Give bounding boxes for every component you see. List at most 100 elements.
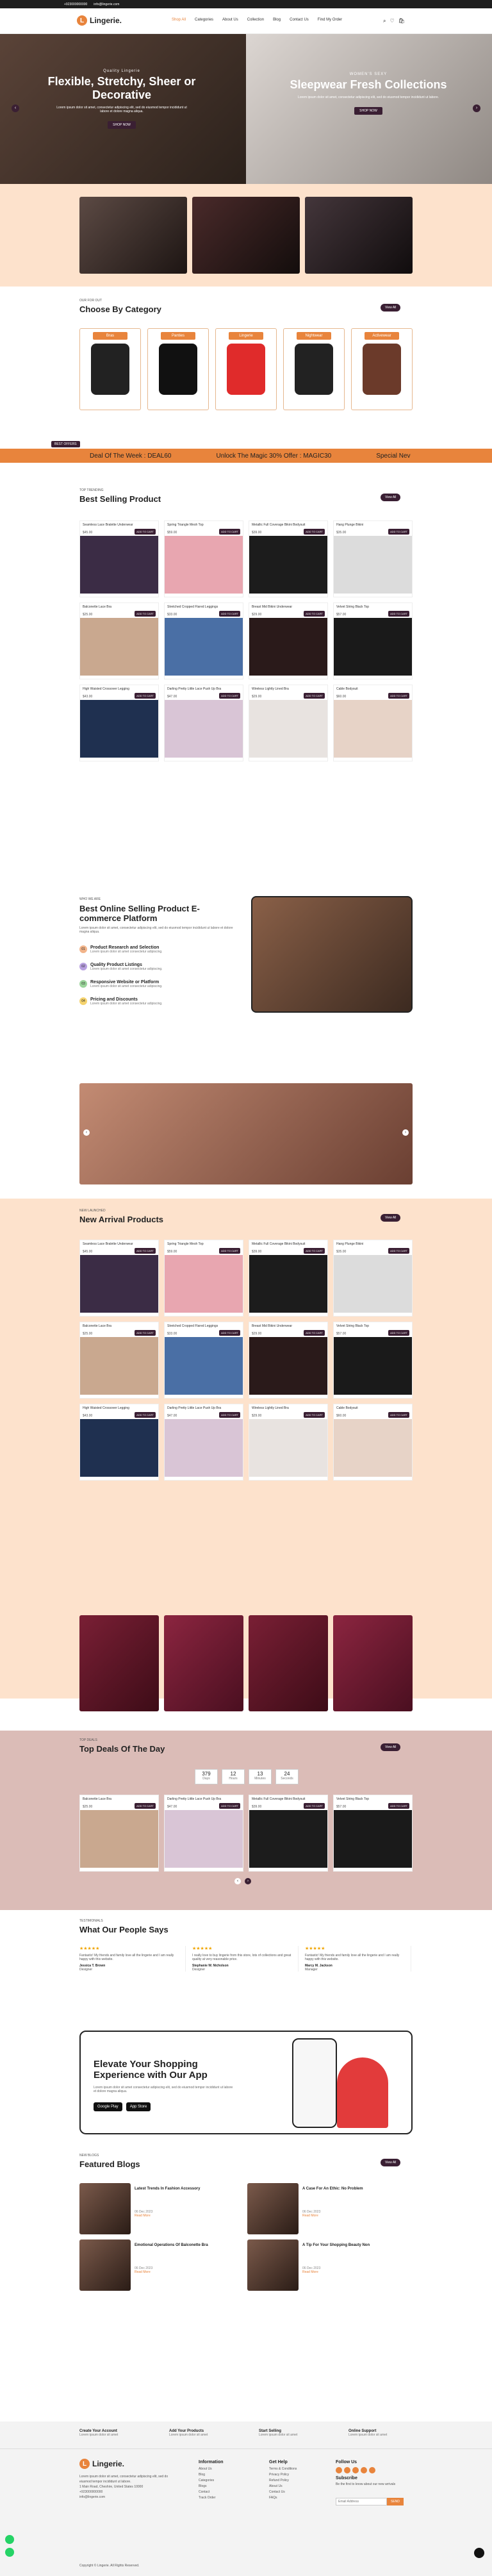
product-card[interactable]: High Waisted Crossover Legging $43.00 ADD … (79, 1404, 159, 1481)
add-to-cart-button[interactable]: ADD TO CART (219, 1412, 240, 1418)
footer-link[interactable]: Terms & Conditions (269, 2467, 297, 2471)
add-to-cart-button[interactable]: ADD TO CART (388, 1412, 409, 1418)
add-to-cart-button[interactable]: ADD TO CART (219, 1248, 240, 1254)
blog-image[interactable] (79, 2183, 131, 2234)
product-card[interactable]: High Waisted Crossover Legging $43.00 ADD … (79, 685, 159, 761)
nav-item[interactable]: Categories (195, 18, 213, 22)
blog-readmore[interactable]: Read More (135, 2214, 245, 2218)
google-play-button[interactable]: Google Play (94, 2102, 122, 2111)
product-image[interactable] (80, 1419, 158, 1477)
product-card[interactable]: Hang Plunge Bikini $35.00 ADD TO CART (333, 520, 413, 597)
footer-link[interactable]: Privacy Policy (269, 2473, 297, 2477)
promo-next-arrow[interactable]: › (402, 1129, 409, 1136)
blog-card[interactable]: Latest Trends In Fashion Accessory 06 Dec… (79, 2183, 245, 2234)
subscribe-send-button[interactable]: SEND (387, 2498, 404, 2505)
product-image[interactable] (80, 1337, 158, 1395)
product-image[interactable] (249, 536, 327, 594)
facebook-icon[interactable] (336, 2467, 342, 2473)
product-card[interactable]: Hang Plunge Bikini $35.00 ADD TO CART (333, 1240, 413, 1317)
product-image[interactable] (249, 1255, 327, 1313)
product-image[interactable] (249, 1810, 327, 1868)
category-card[interactable]: Panties (147, 328, 209, 410)
product-card[interactable]: Wireless Lightly Lined Bra $29.00 ADD TO C… (249, 685, 328, 761)
footer-link[interactable]: Track Order (199, 2496, 224, 2500)
product-image[interactable] (334, 536, 412, 594)
product-image[interactable] (80, 700, 158, 758)
add-to-cart-button[interactable]: ADD TO CART (304, 1248, 325, 1254)
add-to-cart-button[interactable]: ADD TO CART (219, 611, 240, 617)
footer-link[interactable]: Blog (199, 2473, 224, 2477)
product-card[interactable]: Velvet String Black Top $57.00 ADD TO CART (333, 1795, 413, 1872)
blog-title[interactable]: A Case For An Ethic: No Problem (302, 2187, 413, 2191)
blog-card[interactable]: A Case For An Ethic: No Problem 06 Dec 20… (247, 2183, 413, 2234)
add-to-cart-button[interactable]: ADD TO CART (388, 1248, 409, 1254)
add-to-cart-button[interactable]: ADD TO CART (304, 1803, 325, 1809)
logo[interactable]: L Lingerie. (77, 15, 122, 26)
product-image[interactable] (249, 618, 327, 676)
cart-icon[interactable]: 🛍 (398, 18, 405, 24)
search-icon[interactable]: ⌕ (383, 18, 386, 24)
hero-left-button[interactable]: SHOP NOW (108, 121, 136, 129)
product-image[interactable] (80, 1255, 158, 1313)
footer-link[interactable]: About Us (199, 2467, 224, 2471)
add-to-cart-button[interactable]: ADD TO CART (219, 1330, 240, 1336)
blog-image[interactable] (247, 2183, 299, 2234)
product-image[interactable] (334, 1255, 412, 1313)
nav-item[interactable]: Shop All (172, 18, 186, 22)
product-image[interactable] (165, 1810, 243, 1868)
whatsapp-icon[interactable] (5, 2535, 14, 2544)
hero-prev-arrow[interactable]: ‹ (12, 104, 19, 112)
add-to-cart-button[interactable]: ADD TO CART (304, 529, 325, 535)
product-image[interactable] (165, 536, 243, 594)
nav-item[interactable]: About Us (222, 18, 238, 22)
add-to-cart-button[interactable]: ADD TO CART (135, 611, 156, 617)
product-card[interactable]: Balconette Lace Bra $25.00 ADD TO CART (79, 1795, 159, 1872)
product-card[interactable]: Balconette Lace Bra $25.00 ADD TO CART (79, 602, 159, 679)
product-image[interactable] (334, 700, 412, 758)
add-to-cart-button[interactable]: ADD TO CART (388, 529, 409, 535)
blog-image[interactable] (79, 2239, 131, 2291)
add-to-cart-button[interactable]: ADD TO CART (135, 693, 156, 699)
subscribe-email-input[interactable] (336, 2498, 387, 2505)
product-card[interactable]: Stretched Cropped Flared Leggings $33.00 A… (164, 1322, 243, 1399)
product-card[interactable]: Darling Pretty Little Lace Push Up Bra $4… (164, 1795, 243, 1872)
wishlist-icon[interactable]: ♡ (390, 18, 394, 24)
phone-call-icon[interactable] (474, 2548, 484, 2558)
deals-prev-arrow[interactable]: ‹ (234, 1878, 241, 1884)
promo-prev-arrow[interactable]: ‹ (83, 1129, 90, 1136)
add-to-cart-button[interactable]: ADD TO CART (135, 1248, 156, 1254)
product-card[interactable]: Metallic Full Coverage Bikini Bodysuit $3… (249, 520, 328, 597)
footer-link[interactable]: Categories (199, 2479, 224, 2482)
add-to-cart-button[interactable]: ADD TO CART (304, 1412, 325, 1418)
product-image[interactable] (80, 618, 158, 676)
product-image[interactable] (165, 1255, 243, 1313)
blog-readmore[interactable]: Read More (302, 2270, 413, 2274)
product-image[interactable] (165, 700, 243, 758)
arrivals-viewall-button[interactable]: View All (381, 1214, 401, 1222)
blog-title[interactable]: Latest Trends In Fashion Accessory (135, 2187, 245, 2191)
twitter-icon[interactable] (344, 2467, 350, 2473)
product-card[interactable]: Wireless Lightly Lined Bra $29.00 ADD TO C… (249, 1404, 328, 1481)
product-card[interactable]: Seamless Lace Bralette Underwear $45.00 AD… (79, 1240, 159, 1317)
nav-item[interactable]: Contact Us (290, 18, 309, 22)
deals-viewall-button[interactable]: View All (381, 1743, 401, 1751)
product-card[interactable]: Stretched Cropped Flared Leggings $33.00 A… (164, 602, 243, 679)
add-to-cart-button[interactable]: ADD TO CART (304, 611, 325, 617)
add-to-cart-button[interactable]: ADD TO CART (135, 1330, 156, 1336)
whatsapp-chat-icon[interactable] (5, 2548, 14, 2557)
category-card[interactable]: Activewear (351, 328, 413, 410)
hero-right-button[interactable]: SHOP NOW (354, 107, 382, 115)
footer-link[interactable]: Refund Policy (269, 2479, 297, 2482)
product-card[interactable]: Velvet String Black Top $57.00 ADD TO CART (333, 1322, 413, 1399)
product-card[interactable]: Metallic Full Coverage Bikini Bodysuit $3… (249, 1795, 328, 1872)
product-card[interactable]: Balconette Lace Bra $25.00 ADD TO CART (79, 1322, 159, 1399)
product-card[interactable]: Darling Pretty Little Lace Push Up Bra $4… (164, 1404, 243, 1481)
add-to-cart-button[interactable]: ADD TO CART (135, 1412, 156, 1418)
add-to-cart-button[interactable]: ADD TO CART (219, 1803, 240, 1809)
product-image[interactable] (334, 618, 412, 676)
footer-link[interactable]: Contact Us (269, 2490, 297, 2494)
product-card[interactable]: Velvet String Black Top $57.00 ADD TO CART (333, 602, 413, 679)
add-to-cart-button[interactable]: ADD TO CART (135, 529, 156, 535)
blogs-viewall-button[interactable]: View All (381, 2159, 401, 2166)
category-card[interactable]: Bras (79, 328, 141, 410)
